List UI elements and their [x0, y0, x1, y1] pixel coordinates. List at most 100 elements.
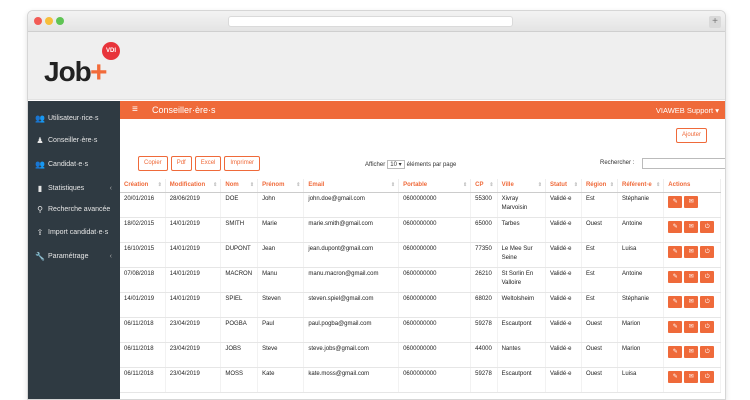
column-header[interactable]: Référent·e ⇕ — [617, 179, 665, 193]
edit-button[interactable]: ✎ — [668, 295, 683, 308]
edit-button[interactable]: ✎ — [668, 270, 683, 283]
sidebar-item[interactable]: ⇪ Import candidat·e·s — [28, 221, 120, 243]
deactivate-button[interactable]: ⏻ — [700, 245, 715, 258]
sidebar-item[interactable]: 👥 Utilisateur·rice·s — [28, 107, 120, 129]
envelope-icon: ✉ — [688, 223, 694, 230]
logo-text: Job — [44, 56, 92, 87]
deactivate-button[interactable]: ⏻ — [700, 270, 715, 283]
cell-modification: 14/01/2019 — [165, 267, 222, 293]
cell-creation: 07/08/2018 — [120, 267, 166, 293]
cell-cp: 77350 — [470, 242, 498, 268]
edit-button[interactable]: ✎ — [668, 345, 683, 358]
email-button[interactable]: ✉ — [684, 370, 699, 383]
chevron-left-icon: ‹ — [109, 184, 112, 192]
sidebar-item[interactable]: 🔧 Paramétrage ‹ — [28, 245, 120, 267]
print-button[interactable]: Imprimer — [224, 156, 261, 171]
column-header[interactable]: Prénom ⇕ — [257, 179, 305, 193]
excel-button[interactable]: Excel — [194, 156, 222, 171]
cell-cp: 55300 — [470, 192, 498, 218]
browser-window: + Job + VDI 👥 Utilisateur·rice·s ♟ Conseill… — [27, 10, 726, 400]
column-header-label: Email — [308, 182, 325, 189]
table-header-row: Création ⇕ Modification ⇕ Nom ⇕ Prénom ⇕ Email ⇕ P… — [120, 179, 721, 193]
email-button[interactable]: ✉ — [684, 195, 699, 208]
edit-button[interactable]: ✎ — [668, 370, 683, 383]
add-button[interactable]: Ajouter — [675, 128, 707, 143]
cell-modification: 14/01/2019 — [165, 292, 222, 318]
close-window-button[interactable] — [34, 17, 42, 25]
cell-nom: MACRON — [220, 267, 259, 293]
pencil-icon: ✎ — [672, 273, 678, 280]
export-buttons: Copier Pdf Excel Imprimer — [138, 156, 261, 171]
hamburger-menu-icon[interactable]: ≡ — [132, 104, 138, 115]
cell-portable: 0600000000 — [398, 217, 472, 243]
app-logo[interactable]: Job + VDI — [36, 42, 120, 92]
cell-referent: Marion — [617, 317, 665, 343]
maximize-window-button[interactable] — [56, 17, 64, 25]
email-button[interactable]: ✉ — [684, 295, 699, 308]
power-icon: ⏻ — [704, 323, 710, 330]
upload-icon: ⇪ — [36, 227, 44, 237]
edit-button[interactable]: ✎ — [668, 245, 683, 258]
cell-nom: DOE — [220, 192, 259, 218]
cell-creation: 06/11/2018 — [120, 342, 166, 368]
column-header[interactable]: Nom ⇕ — [220, 179, 259, 193]
row-actions: ✎ ✉ — [668, 195, 716, 208]
deactivate-button[interactable]: ⏻ — [700, 295, 715, 308]
sidebar-item[interactable]: ♟ Conseiller·ère·s — [28, 129, 120, 151]
edit-button[interactable]: ✎ — [668, 195, 683, 208]
email-button[interactable]: ✉ — [684, 345, 699, 358]
column-header-label: Statut — [549, 182, 567, 189]
search-input[interactable] — [642, 158, 725, 169]
edit-button[interactable]: ✎ — [668, 220, 683, 233]
cell-nom: POGBA — [220, 317, 259, 343]
sidebar-item-label: Conseiller·ère·s — [48, 136, 98, 144]
edit-button[interactable]: ✎ — [668, 320, 683, 333]
page-length-select[interactable]: 10 ▾ — [387, 160, 405, 169]
cell-nom: SPIEL — [220, 292, 259, 318]
minimize-window-button[interactable] — [45, 17, 53, 25]
sidebar-item[interactable]: ▮ Statistiques ‹ — [28, 177, 120, 199]
row-actions: ✎ ✉ ⏻ — [668, 320, 716, 333]
chevron-down-icon: ▾ — [715, 106, 719, 115]
column-header[interactable]: Actions — [663, 179, 721, 193]
column-header[interactable]: Modification ⇕ — [165, 179, 222, 193]
pdf-button[interactable]: Pdf — [170, 156, 192, 171]
search-label: Rechercher : — [600, 160, 635, 166]
cell-statut: Validé·e — [545, 267, 582, 293]
cell-referent: Antoine — [617, 217, 665, 243]
cell-portable: 0600000000 — [398, 317, 472, 343]
deactivate-button[interactable]: ⏻ — [700, 370, 715, 383]
email-button[interactable]: ✉ — [684, 220, 699, 233]
cell-cp: 44000 — [470, 342, 498, 368]
column-header[interactable]: Portable ⇕ — [398, 179, 472, 193]
email-button[interactable]: ✉ — [684, 270, 699, 283]
user-menu[interactable]: VIAWEB Support ▾ — [656, 106, 719, 115]
deactivate-button[interactable]: ⏻ — [700, 220, 715, 233]
cell-actions: ✎ ✉ — [663, 192, 721, 218]
sidebar-item[interactable]: 👥 Candidat·e·s — [28, 153, 120, 175]
email-button[interactable]: ✉ — [684, 320, 699, 333]
sidebar-item[interactable]: ⚲ Recherche avancée — [28, 198, 120, 220]
copy-button[interactable]: Copier — [138, 156, 168, 171]
sort-icon: ⇕ — [573, 182, 578, 189]
deactivate-button[interactable]: ⏻ — [700, 345, 715, 358]
address-bar[interactable] — [228, 16, 513, 27]
deactivate-button[interactable]: ⏻ — [700, 320, 715, 333]
column-header[interactable]: Statut ⇕ — [545, 179, 582, 193]
column-header[interactable]: Email ⇕ — [303, 179, 400, 193]
new-tab-button[interactable]: + — [709, 16, 721, 28]
column-header[interactable]: CP ⇕ — [470, 179, 498, 193]
cell-email: kate.moss@gmail.com — [303, 367, 400, 393]
cell-creation: 06/11/2018 — [120, 367, 166, 393]
column-header[interactable]: Région ⇕ — [581, 179, 618, 193]
email-button[interactable]: ✉ — [684, 245, 699, 258]
column-header[interactable]: Ville ⇕ — [497, 179, 546, 193]
cell-creation: 14/01/2019 — [120, 292, 166, 318]
cell-prenom: Paul — [257, 317, 305, 343]
pencil-icon: ✎ — [672, 248, 678, 255]
column-header[interactable]: Création ⇕ — [120, 179, 166, 193]
cell-modification: 23/04/2019 — [165, 342, 222, 368]
pencil-icon: ✎ — [672, 223, 678, 230]
cell-modification: 23/04/2019 — [165, 367, 222, 393]
cell-ville: Escautpont — [497, 317, 546, 343]
